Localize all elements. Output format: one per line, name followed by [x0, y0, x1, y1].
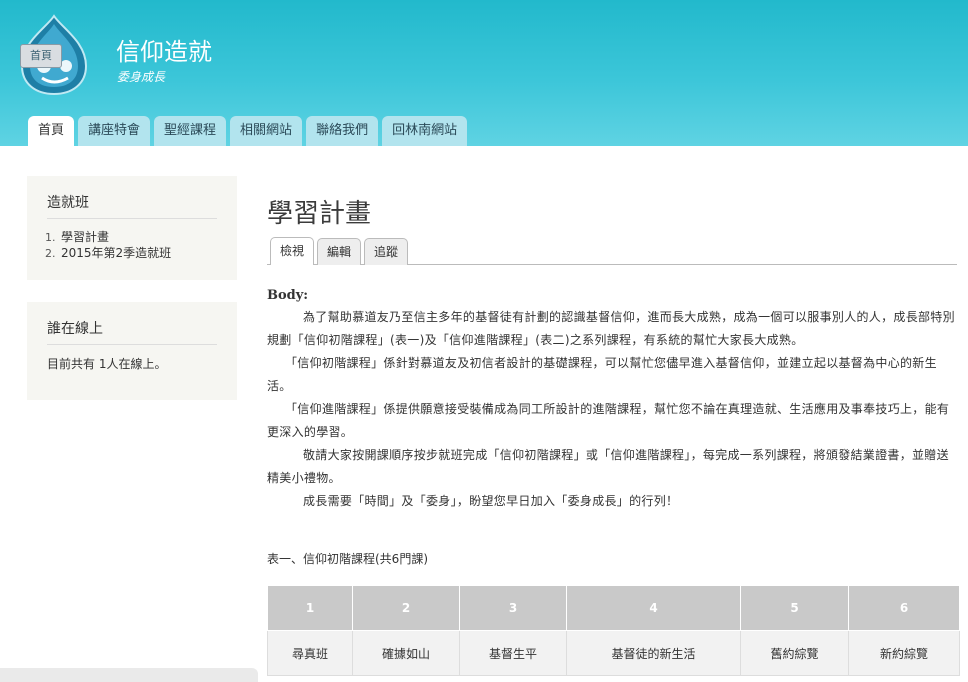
body-paragraph: 敬請大家按開課順序按步就班完成「信仰初階課程」或「信仰進階課程」，每完成一系列課… — [267, 448, 949, 485]
site-name[interactable]: 信仰造就 — [116, 32, 212, 67]
table-header-cell: 1 — [267, 585, 353, 631]
table-cell: 新約綜覽 — [848, 630, 960, 676]
sidebar-block-whos-online: 誰在線上 目前共有 1人在線上。 — [27, 302, 237, 400]
table-cell: 舊約綜覽 — [740, 630, 849, 676]
table-cell: 基督生平 — [459, 630, 567, 676]
tab-track[interactable]: 追蹤 — [364, 238, 409, 265]
nav-tab-lectures[interactable]: 講座特會 — [78, 116, 151, 146]
table-header-cell: 6 — [848, 585, 960, 631]
table-header-row: 1 2 3 4 5 6 — [267, 585, 960, 631]
nav-tab-linnan-site[interactable]: 回林南網站 — [382, 116, 468, 146]
table-caption: 表一、信仰初階課程(共6門課) — [267, 552, 428, 566]
body-paragraph: 「信仰進階課程」係提供願意接受裝備成為同工所設計的進階課程，幫忙您不論在真理造就… — [267, 402, 950, 439]
sidebar-bottom-bar — [0, 668, 258, 682]
nav-tab-bible-courses[interactable]: 聖經課程 — [154, 116, 227, 146]
table-cell: 確據如山 — [352, 630, 460, 676]
tab-edit[interactable]: 編輯 — [317, 238, 362, 265]
sidebar-item-2015-q2-class[interactable]: 2015年第2季造就班 — [59, 245, 217, 261]
table-cell: 基督徒的新生活 — [566, 630, 741, 676]
tab-view[interactable]: 檢視 — [270, 237, 315, 265]
sidebar-block-discipleship: 造就班 學習計畫 2015年第2季造就班 — [27, 176, 237, 280]
block-title: 造就班 — [47, 192, 217, 219]
table-header-cell: 5 — [740, 585, 849, 631]
body-paragraph: 為了幫助慕道友乃至信主多年的基督徒有計劃的認識基督信仰，進而長大成熟，成為一個可… — [267, 310, 955, 347]
node-body: Body: 為了幫助慕道友乃至信主多年的基督徒有計劃的認識基督信仰，進而長大成熟… — [267, 288, 955, 513]
table-row: 尋真班 確據如山 基督生平 基督徒的新生活 舊約綜覽 新約綜覽 — [267, 630, 960, 676]
body-paragraph: 成長需要「時間」及「委身」，盼望您早日加入「委身成長」的行列！ — [303, 494, 679, 508]
site-logo[interactable]: 首頁 — [14, 14, 94, 96]
body-label: Body: — [267, 288, 309, 303]
sidebar-item-study-plan[interactable]: 學習計畫 — [59, 229, 217, 245]
online-count-text: 目前共有 1人在線上。 — [47, 357, 167, 371]
table-header-cell: 4 — [566, 585, 741, 631]
home-badge: 首頁 — [20, 44, 62, 68]
block-title: 誰在線上 — [47, 318, 217, 345]
page-title: 學習計畫 — [267, 199, 372, 229]
course-table: 1 2 3 4 5 6 尋真班 確據如山 基督生平 基督徒的新生活 舊約綜覽 新… — [267, 585, 960, 676]
table-header-cell: 2 — [352, 585, 460, 631]
local-tabs: 檢視 編輯 追蹤 — [267, 236, 957, 265]
primary-nav: 首頁 講座特會 聖經課程 相關網站 聯絡我們 回林南網站 — [28, 116, 468, 146]
sidebar-menu: 學習計畫 2015年第2季造就班 — [47, 229, 217, 261]
site-slogan: 委身成長 — [117, 70, 166, 84]
nav-tab-home[interactable]: 首頁 — [28, 116, 75, 146]
table-cell: 尋真班 — [267, 630, 353, 676]
body-paragraph: 「信仰初階課程」係針對慕道友及初信者設計的基礎課程，可以幫忙您儘早進入基督信仰，… — [267, 356, 937, 393]
site-header: 首頁 信仰造就 委身成長 首頁 講座特會 聖經課程 相關網站 聯絡我們 回林南網… — [0, 0, 968, 146]
nav-tab-contact[interactable]: 聯絡我們 — [306, 116, 379, 146]
table-header-cell: 3 — [459, 585, 567, 631]
nav-tab-related-sites[interactable]: 相關網站 — [230, 116, 303, 146]
